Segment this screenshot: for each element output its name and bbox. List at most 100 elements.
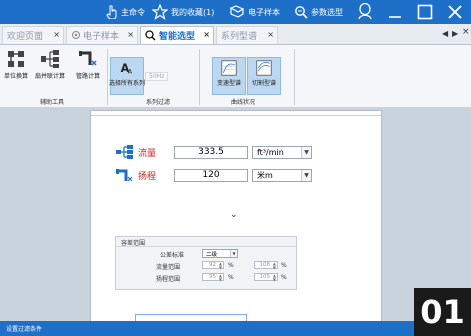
unit-convert-button[interactable]: 单位换算 <box>4 49 28 80</box>
expand-chevron-icon[interactable]: ⌄ <box>230 210 238 220</box>
close-tab-icon[interactable]: × <box>53 30 60 39</box>
tab-bar: 欢迎页面 × 电子样本 × 智能选型 × 系列型谱 × ◀ ▶ × <box>0 24 471 45</box>
spinner-arrows-icon: ▲ ▼ <box>218 261 222 270</box>
flow-range-min-value: 92 <box>209 262 216 268</box>
maximize-icon <box>417 4 433 20</box>
ebook-button[interactable]: 电子样本 <box>229 3 280 21</box>
head-value: 120 <box>202 170 220 180</box>
percent-label: % <box>228 274 234 281</box>
curve-speed-label: 变速型谱 <box>216 80 241 87</box>
tab-scroll-right-icon[interactable]: ▶ <box>452 29 458 38</box>
close-button[interactable] <box>445 2 465 22</box>
tab-series[interactable]: 系列型谱 × <box>216 26 278 44</box>
param-select-label: 参数选型 <box>311 7 343 17</box>
percent-label: % <box>228 262 234 269</box>
percent-label: % <box>281 262 287 269</box>
pipe-head-icon <box>116 169 133 182</box>
head-row: 扬程 120 米m ▼ <box>116 168 312 182</box>
minimize-button[interactable] <box>385 2 405 22</box>
spinner-arrows-icon: ▲ ▼ <box>272 261 276 270</box>
chevron-down-icon: ▼ <box>301 169 311 181</box>
favorites-label: 我的收藏(1) <box>171 7 215 17</box>
home-command-button[interactable]: 主命令 <box>106 3 145 21</box>
favorites-button[interactable]: 我的收藏(1) <box>152 3 214 21</box>
chevron-down-icon: ▼ <box>230 250 237 257</box>
spinner-arrows-icon: ▲ ▼ <box>272 273 276 282</box>
font-aa-icon: AA <box>121 62 133 76</box>
head-label: 扬程 <box>138 171 157 182</box>
head-input[interactable]: 120 <box>174 168 248 182</box>
tab-welcome[interactable]: 欢迎页面 × <box>2 26 64 44</box>
param-select-button[interactable]: 参数选型 <box>294 3 343 21</box>
tolerance-std-label: 公差标准 <box>160 252 185 259</box>
flow-unit-select[interactable]: ft³/min ▼ <box>252 145 312 159</box>
unit-convert-label: 单位换算 <box>4 73 29 80</box>
curve-speed-button[interactable]: 变速型谱 <box>212 57 246 95</box>
tolerance-std-select[interactable]: 二级 ▼ <box>202 249 238 258</box>
ribbon-separator <box>199 49 200 105</box>
top-bar: 主命令 我的收藏(1) 电子样本 参数选型 <box>0 0 471 24</box>
chevron-down-icon: ▼ <box>301 146 311 158</box>
tolerance-divider <box>116 246 296 247</box>
unit-convert-icon <box>8 51 24 67</box>
curve-cut-button[interactable]: 切割型谱 <box>247 57 281 95</box>
tolerance-std-value: 二级 <box>206 251 218 258</box>
head-range-max-value: 105 <box>259 274 271 280</box>
flow-range-min-input[interactable]: 92 ▲ ▼ <box>202 261 224 270</box>
flow-input[interactable]: 333.5 <box>174 145 248 159</box>
tab-ebook[interactable]: 电子样本 × <box>66 26 138 44</box>
panel-header-line <box>91 111 381 116</box>
page-number-badge: 01 <box>414 288 471 336</box>
parallel-calc-icon <box>41 50 59 68</box>
ribbon-separator <box>294 49 295 105</box>
tab-smart-select-label: 智能选型 <box>159 32 196 42</box>
flow-range-max-input[interactable]: 108 ▲ ▼ <box>254 261 278 270</box>
tab-ebook-label: 电子样本 <box>83 32 120 42</box>
curve-cut-label: 切割型谱 <box>251 80 276 87</box>
group-aux-label: 辅助工具 <box>40 99 65 106</box>
group-filter-label: 系列过滤 <box>146 99 171 106</box>
curve-chart-icon <box>256 60 272 76</box>
head-range-max-input[interactable]: 105 ▲ ▼ <box>254 273 278 282</box>
flow-range-max-value: 108 <box>259 262 271 268</box>
head-range-label: 扬程范围 <box>156 276 181 283</box>
svg-text:A: A <box>128 68 133 76</box>
percent-label: % <box>281 274 287 281</box>
tab-smart-select[interactable]: 智能选型 × <box>140 26 214 44</box>
select-all-series-button[interactable]: AA 选择所有系列 <box>109 57 145 95</box>
parallel-calc-label: 扇并联计算 <box>35 73 66 80</box>
group-curve-label: 曲线状况 <box>231 99 256 106</box>
status-bar: 设置过滤条件 <box>0 321 471 336</box>
flow-unit-value: ft³/min <box>257 147 284 157</box>
head-unit-value: 米m <box>257 170 273 180</box>
close-tab-icon[interactable]: × <box>127 30 134 39</box>
pipe-calc-label: 管路计算 <box>76 73 101 80</box>
close-all-tabs-icon[interactable]: × <box>462 27 470 37</box>
tab-scroll-left-icon[interactable]: ◀ <box>442 29 448 38</box>
tolerance-box: 容差范围 公差标准 二级 ▼ 流量范围 92 ▲ ▼ % 108 ▲ ▼ % 扬程范… <box>115 236 297 290</box>
parallel-flow-icon <box>116 145 133 159</box>
minimize-icon <box>389 16 401 18</box>
head-unit-select[interactable]: 米m ▼ <box>252 168 312 182</box>
search-icon <box>295 6 308 19</box>
spinner-arrows-icon: ▲ ▼ <box>218 273 222 282</box>
selection-panel: 流量 333.5 ft³/min ▼ 扬程 120 米m ▼ ⌄ 容差范围 公差… <box>90 110 382 322</box>
user-icon[interactable] <box>355 2 375 22</box>
ebook-label: 电子样本 <box>248 7 280 17</box>
close-tab-icon[interactable]: × <box>203 30 210 39</box>
close-tab-icon[interactable]: × <box>267 30 274 39</box>
status-text: 设置过滤条件 <box>6 326 43 333</box>
maximize-button[interactable] <box>415 2 435 22</box>
tab-series-label: 系列型谱 <box>221 32 258 42</box>
frequency-toggle[interactable]: 50Hz <box>145 72 169 81</box>
close-icon <box>448 5 462 19</box>
head-range-min-value: 95 <box>209 274 216 280</box>
pipe-calc-button[interactable]: 管路计算 <box>76 49 100 80</box>
star-icon <box>152 4 168 20</box>
magnifier-icon <box>145 30 156 41</box>
hand-pointer-icon <box>106 5 117 19</box>
flow-label: 流量 <box>138 148 157 159</box>
head-range-min-input[interactable]: 95 ▲ ▼ <box>202 273 224 282</box>
gear-icon <box>72 31 80 39</box>
parallel-calc-button[interactable]: 扇并联计算 <box>35 49 65 80</box>
